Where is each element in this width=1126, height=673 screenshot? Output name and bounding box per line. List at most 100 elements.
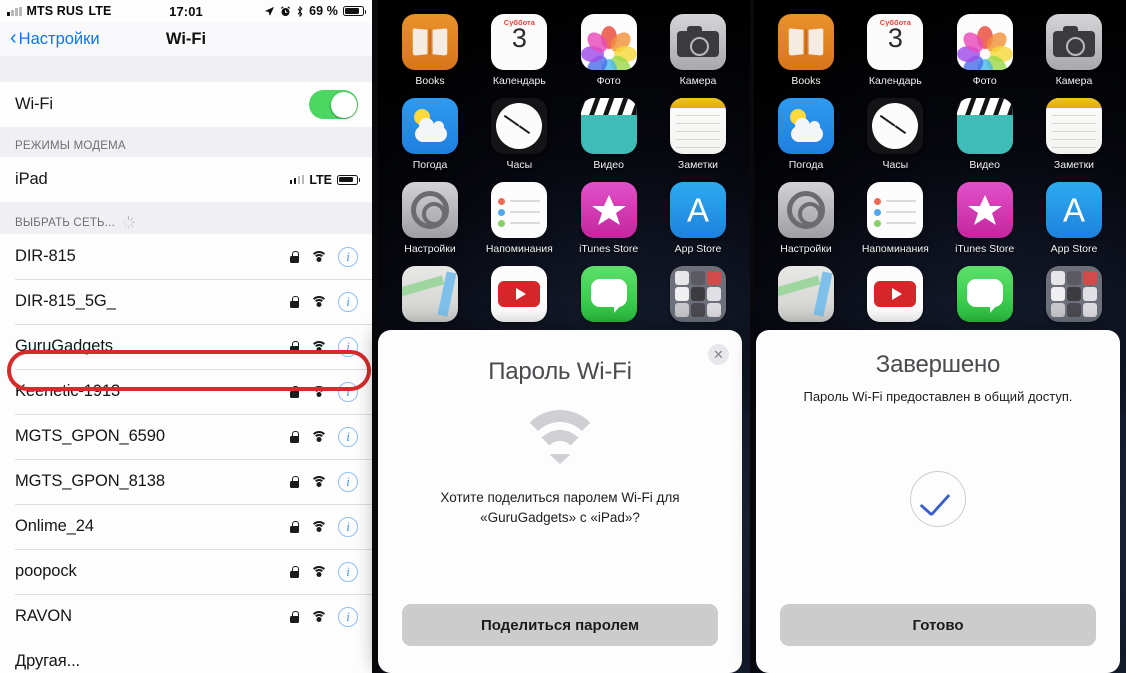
home-screen-app[interactable] [571, 266, 647, 327]
wifi-toggle-row[interactable]: Wi-Fi [0, 82, 372, 127]
app-label: Заметки [677, 159, 719, 171]
status-bar: MTS RUS LTE 17:01 69 % [0, 0, 372, 22]
home-screen-app[interactable] [947, 266, 1023, 327]
home-screen-app[interactable]: Напоминания [857, 182, 933, 255]
network-row-indicators: i [290, 291, 358, 312]
home-screen-app[interactable]: iTunes Store [947, 182, 1023, 255]
home-screen-row: Настройки Напоминания iTunes Store A App Sto… [392, 182, 736, 255]
share-dialog-title: Пароль Wi-Fi [488, 358, 632, 385]
app-label: Заметки [1053, 159, 1095, 171]
lock-icon [290, 520, 299, 533]
lock-icon [290, 475, 299, 488]
network-row[interactable]: DIR-815_5G_ i [0, 279, 372, 324]
home-screen-app[interactable]: Видео [947, 98, 1023, 171]
home-screen-app[interactable]: Камера [1036, 14, 1112, 87]
folder-icon [1045, 266, 1102, 322]
hotspot-device-row[interactable]: iPad LTE [0, 157, 372, 202]
network-row[interactable]: DIR-815 i [0, 234, 372, 279]
home-screen-app[interactable]: Фото [571, 14, 647, 87]
home-screen-app[interactable]: Камера [660, 14, 736, 87]
wifi-signal-icon [310, 295, 327, 308]
home-screen-row: Погода Часы Видео Заметки [392, 98, 736, 171]
networks-section-header: ВЫБРАТЬ СЕТЬ... [15, 216, 135, 229]
app-label: Часы [882, 159, 909, 171]
home-screen-app[interactable]: Заметки [660, 98, 736, 171]
home-screen-app[interactable]: A App Store [660, 182, 736, 255]
home-screen-app[interactable]: Погода [392, 98, 468, 171]
app-label: Камера [1055, 75, 1093, 87]
wifi-signal-icon [310, 520, 327, 533]
app-label: Books [791, 75, 821, 87]
info-icon[interactable]: i [338, 291, 358, 312]
wifi-large-icon [515, 410, 605, 472]
done-button[interactable]: Готово [780, 604, 1096, 646]
app-label: Камера [679, 75, 717, 87]
network-row-indicators: i [290, 471, 358, 492]
home-screen-app[interactable] [481, 266, 557, 327]
lock-icon [290, 250, 299, 263]
youtube-icon [867, 266, 924, 322]
network-row-indicators: i [290, 561, 358, 582]
info-icon[interactable]: i [338, 381, 358, 402]
back-button[interactable]: ‹ Настройки [10, 28, 100, 49]
home-screen-row: Books Суббота 3 Календарь Фото Камера [768, 14, 1112, 87]
home-screen-app[interactable]: Books [768, 14, 844, 87]
home-screen-app[interactable]: Часы [481, 98, 557, 171]
network-row[interactable]: poopock i [0, 549, 372, 594]
home-screen-app[interactable]: iTunes Store [571, 182, 647, 255]
info-icon[interactable]: i [338, 561, 358, 582]
network-row[interactable]: Keenetic-1913 i [0, 369, 372, 414]
network-row[interactable]: Onlime_24 i [0, 504, 372, 549]
camera-icon [1045, 14, 1102, 70]
home-screen-app[interactable]: Погода [768, 98, 844, 171]
home-screen-app[interactable] [1036, 266, 1112, 327]
youtube-icon [491, 266, 548, 322]
info-icon[interactable]: i [338, 606, 358, 627]
home-screen-app[interactable]: Видео [571, 98, 647, 171]
share-password-button[interactable]: Поделиться паролем [402, 604, 718, 646]
wifi-signal-icon [310, 610, 327, 623]
home-screen-app[interactable]: Настройки [392, 182, 468, 255]
network-row[interactable]: GuruGadgets i [0, 324, 372, 369]
clock-icon [867, 98, 924, 154]
home-screen-app[interactable]: Суббота 3 Календарь [857, 14, 933, 87]
app-label: Настройки [780, 243, 832, 255]
home-screen-app[interactable] [857, 266, 933, 327]
app-label: Календарь [492, 75, 546, 87]
home-screen-app[interactable]: Заметки [1036, 98, 1112, 171]
info-icon[interactable]: i [338, 336, 358, 357]
home-screen-app[interactable]: Books [392, 14, 468, 87]
status-bar-left: MTS RUS LTE [7, 4, 264, 18]
info-icon[interactable]: i [338, 516, 358, 537]
status-bar-right: 69 % [264, 4, 367, 18]
home-screen-app[interactable] [392, 266, 468, 327]
info-icon[interactable]: i [338, 426, 358, 447]
other-network-row[interactable]: Другая... [0, 639, 372, 673]
network-row[interactable]: RAVON i [0, 594, 372, 639]
network-ssid-label: DIR-815 [15, 247, 76, 265]
home-screen-app[interactable]: Часы [857, 98, 933, 171]
home-screen-app[interactable]: Фото [947, 14, 1023, 87]
home-screen-app[interactable] [660, 266, 736, 327]
completed-dialog-message: Пароль Wi-Fi предоставлен в общий доступ… [803, 389, 1073, 404]
home-screen-app[interactable]: A App Store [1036, 182, 1112, 255]
photos-icon [956, 14, 1013, 70]
home-screen-app[interactable] [768, 266, 844, 327]
completed-dialog-title: Завершено [875, 351, 1001, 378]
calendar-icon: Суббота 3 [491, 14, 548, 70]
other-network-label: Другая... [15, 652, 81, 670]
wifi-toggle[interactable] [309, 90, 358, 119]
home-screen-app[interactable]: Напоминания [481, 182, 557, 255]
networks-section-header-area: ВЫБРАТЬ СЕТЬ... [0, 202, 372, 234]
completed-dialog: Завершено Пароль Wi-Fi предоставлен в об… [756, 330, 1120, 673]
app-label: Books [415, 75, 445, 87]
network-row[interactable]: MGTS_GPON_6590 i [0, 414, 372, 459]
close-icon[interactable]: ✕ [708, 344, 729, 365]
home-screen-app[interactable]: Суббота 3 Календарь [481, 14, 557, 87]
info-icon[interactable]: i [338, 246, 358, 267]
home-screen-app[interactable]: Настройки [768, 182, 844, 255]
home-screen-grid-right: Books Суббота 3 Календарь Фото Камера Погода Ча… [754, 14, 1126, 338]
info-icon[interactable]: i [338, 471, 358, 492]
books-icon [778, 14, 834, 70]
network-row[interactable]: MGTS_GPON_8138 i [0, 459, 372, 504]
